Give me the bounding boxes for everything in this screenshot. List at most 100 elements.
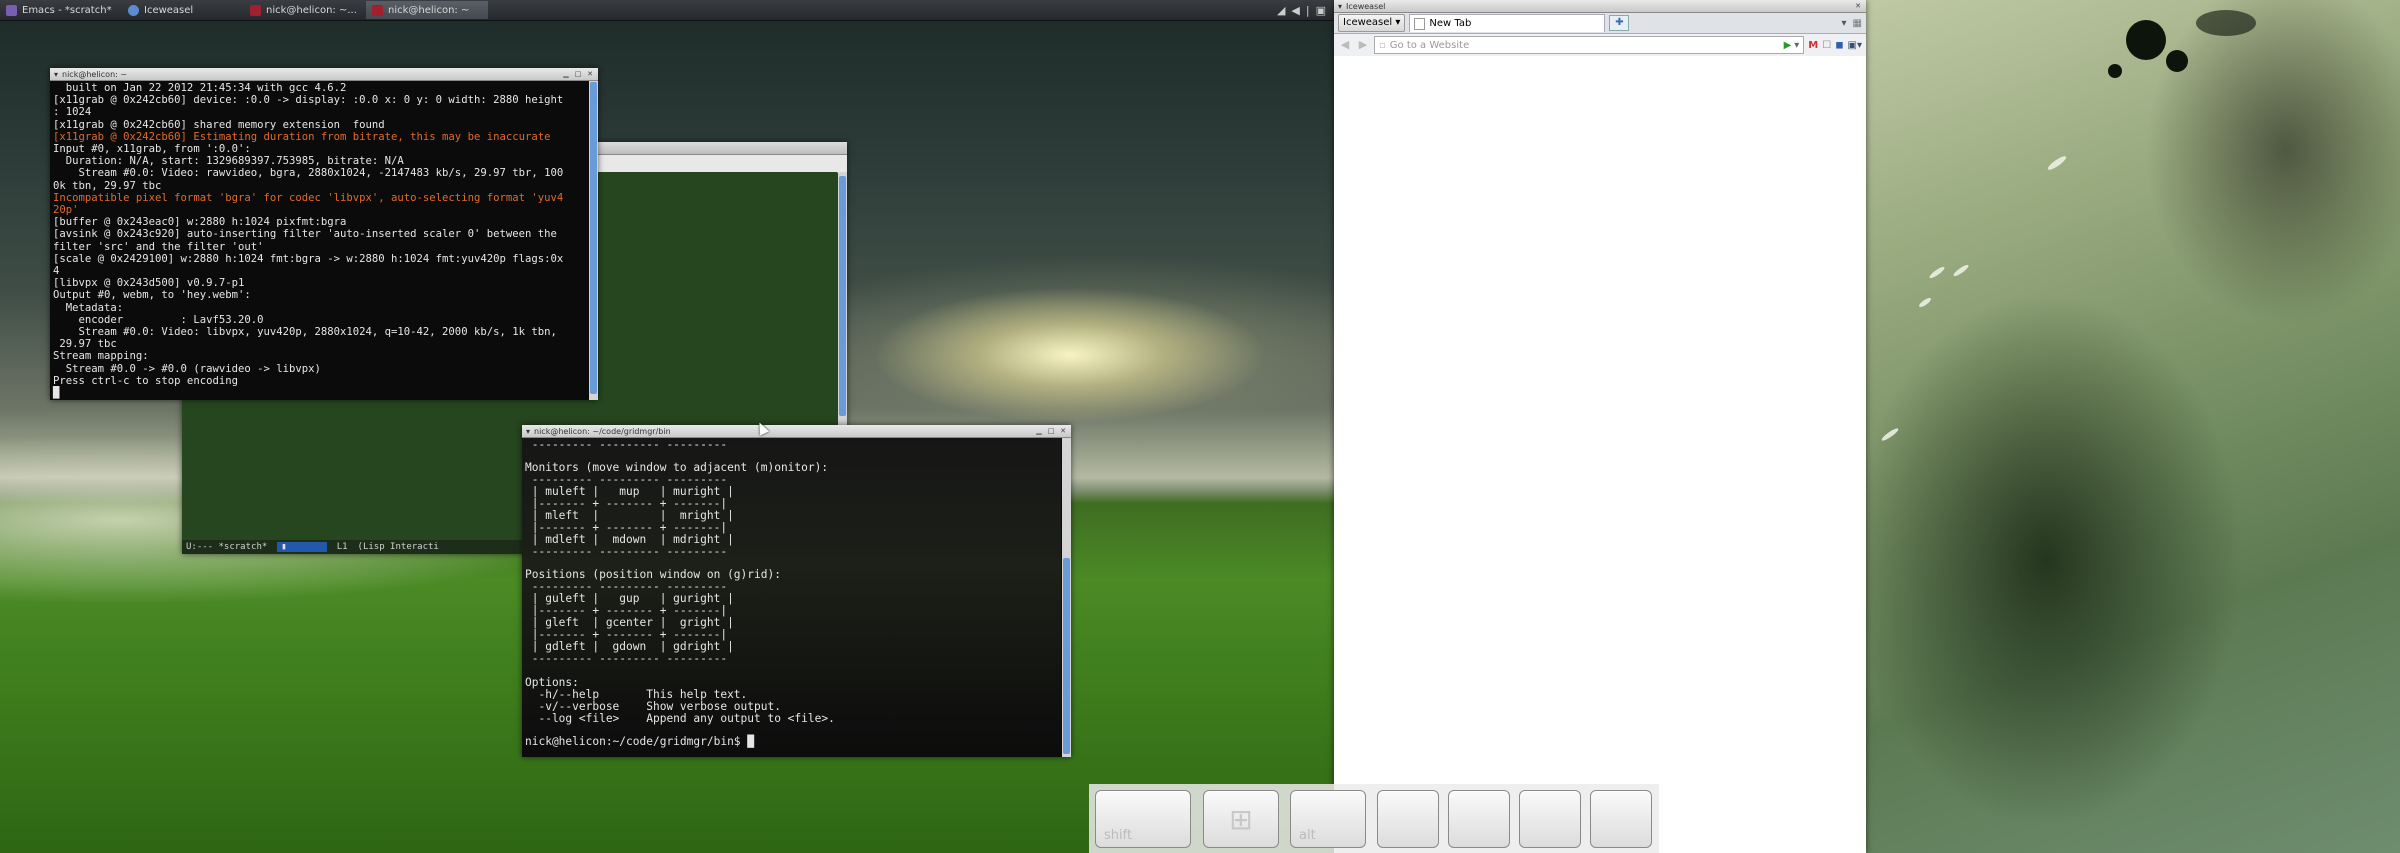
terminal-output[interactable]: built on Jan 22 2012 21:45:34 with gcc 4… xyxy=(50,81,588,400)
separator-icon: | xyxy=(1305,3,1310,17)
maximize-icon[interactable]: □ xyxy=(1047,427,1055,435)
bookmark-icon[interactable]: ☐ xyxy=(1822,40,1831,51)
window-title: nick@helicon: ~/code/gridmgr/bin xyxy=(534,426,671,436)
modeline-mode: (Lisp Interacti xyxy=(357,542,439,552)
close-icon[interactable]: ✕ xyxy=(586,70,594,78)
iceweasel-menu-button[interactable]: Iceweasel ▾ xyxy=(1338,14,1406,32)
save-icon[interactable]: ▣▾ xyxy=(1848,40,1862,51)
terminal-output[interactable]: --------- --------- --------- Monitors (m… xyxy=(522,438,1061,757)
terminal-line: Duration: N/A, start: 1329689397.753985,… xyxy=(53,155,404,168)
terminal-titlebar[interactable]: ▾ nick@helicon: ~/code/gridmgr/bin ▁ □ ✕ xyxy=(522,425,1071,438)
window-menu-icon[interactable]: ▾ xyxy=(1338,2,1342,11)
go-icon[interactable]: ▶ xyxy=(1784,40,1792,51)
minimize-icon[interactable]: ▁ xyxy=(1035,427,1043,435)
network-icon[interactable]: ◢ xyxy=(1277,4,1285,17)
url-bar[interactable]: ▫ Go to a Website ▶ ▾ xyxy=(1374,36,1805,54)
tab-groups-icon[interactable]: ▦ xyxy=(1853,18,1862,29)
url-placeholder: Go to a Website xyxy=(1389,39,1470,51)
terminal-line: [x11grab @ 0x242cb60] shared memory exte… xyxy=(53,118,385,131)
emacs-icon xyxy=(6,4,17,16)
taskbar-item-terminal-2[interactable]: nick@helicon: ~ xyxy=(366,1,488,19)
terminal-line: 0k tbn, 29.97 tbc xyxy=(53,179,162,192)
maximize-icon[interactable]: □ xyxy=(574,70,582,78)
terminal-line: 4 xyxy=(53,265,60,278)
back-icon[interactable]: ◀ xyxy=(1338,38,1352,52)
terminal-line: --------- --------- --------- xyxy=(525,652,728,666)
window-menu-icon[interactable]: ▾ xyxy=(526,427,530,436)
shift-key[interactable]: shift xyxy=(1095,790,1191,848)
terminal-line: Output #0, webm, to 'hey.webm': xyxy=(53,289,251,302)
minimize-icon[interactable]: ▁ xyxy=(562,70,570,78)
gmail-icon[interactable]: M xyxy=(1808,40,1818,51)
taskbar-item-label: Iceweasel xyxy=(144,4,194,16)
window-title: Iceweasel xyxy=(1346,1,1386,11)
taskbar-item-iceweasel[interactable]: Iceweasel xyxy=(122,1,244,19)
terminal-icon xyxy=(250,4,261,16)
scrollbar-thumb[interactable] xyxy=(1063,558,1070,754)
terminal-scrollbar[interactable] xyxy=(1062,438,1071,757)
iceweasel-icon xyxy=(128,4,139,16)
volume-icon[interactable]: ◀ xyxy=(1291,4,1299,17)
history-dropdown-icon[interactable]: ▾ xyxy=(1794,40,1799,51)
alt-key[interactable]: alt xyxy=(1290,790,1366,848)
browser-content[interactable] xyxy=(1334,56,1866,853)
terminal-line: Stream mapping: xyxy=(53,350,149,363)
blank-key[interactable] xyxy=(1590,790,1652,848)
site-identity-icon: ▫ xyxy=(1379,39,1386,51)
modeline-position: L1 xyxy=(336,542,348,552)
scrollbar-thumb[interactable] xyxy=(590,82,597,394)
gridmgr-terminal-window[interactable]: ▾ nick@helicon: ~/code/gridmgr/bin ▁ □ ✕… xyxy=(522,425,1071,757)
terminal-line: built on Jan 22 2012 21:45:34 with gcc 4… xyxy=(53,82,347,94)
taskbar-item-terminal-1[interactable]: nick@helicon: ~... xyxy=(244,1,366,19)
blank-key[interactable] xyxy=(1448,790,1510,848)
key-label: shift xyxy=(1104,828,1133,843)
tab-new-tab[interactable]: New Tab xyxy=(1409,14,1606,32)
tab-list-icon[interactable]: ▾ xyxy=(1842,18,1847,29)
blank-key[interactable] xyxy=(1519,790,1581,848)
terminal-line: nick@helicon:~/code/gridmgr/bin$ █ xyxy=(525,734,755,748)
browser-titlebar[interactable]: ▾ Iceweasel ✕ xyxy=(1334,0,1866,13)
navigation-bar: ◀ ▶ ▫ Go to a Website ▶ ▾ M ☐ ◼ ▣▾ xyxy=(1334,34,1866,57)
terminal-icon xyxy=(372,4,383,16)
new-tab-button[interactable]: ✚ xyxy=(1609,15,1630,31)
extension-icon[interactable]: ◼ xyxy=(1835,40,1843,51)
window-menu-icon[interactable]: ▾ xyxy=(54,70,58,79)
terminal-line: -h/--help This help text. xyxy=(525,687,748,701)
terminal-line: --log <file> Append any output to <file>… xyxy=(525,711,835,725)
terminal-titlebar[interactable]: ▾ nick@helicon: ~ ▁ □ ✕ xyxy=(50,68,598,81)
blank-key[interactable] xyxy=(1377,790,1439,848)
terminal-line: 20p' xyxy=(53,204,79,217)
terminal-line: Incompatible pixel format 'bgra' for cod… xyxy=(53,191,564,204)
system-tray: ◢ ◀ | ▣ xyxy=(1277,4,1334,17)
settings-icon[interactable]: ▣ xyxy=(1316,4,1326,17)
scrollbar-thumb[interactable] xyxy=(839,176,846,416)
terminal-line: █ xyxy=(53,387,60,400)
terminal-scrollbar[interactable] xyxy=(589,81,598,400)
terminal-line: [scale @ 0x2429100] w:2880 h:1024 fmt:bg… xyxy=(53,252,564,265)
terminal-line: Options: xyxy=(525,675,579,689)
terminal-line: [x11grab @ 0x242cb60] device: :0.0 -> di… xyxy=(53,94,564,107)
iceweasel-window[interactable]: ▾ Iceweasel ✕ Iceweasel ▾ New Tab ✚ ▾ ▦ … xyxy=(1334,0,1866,853)
terminal-line: Stream #0.0 -> #0.0 (rawvideo -> libvpx) xyxy=(53,362,321,375)
terminal-line: Input #0, x11grab, from ':0.0': xyxy=(53,143,251,156)
terminal-line: -v/--verbose Show verbose output. xyxy=(525,699,781,713)
terminal-line: Press ctrl-c to stop encoding xyxy=(53,374,238,387)
windows-logo-icon: ⊞ xyxy=(1229,802,1253,836)
terminal-line: [x11grab @ 0x242cb60] Estimating duratio… xyxy=(53,130,551,143)
taskbar-item-label: nick@helicon: ~... xyxy=(266,4,357,16)
secondary-monitor-wallpaper xyxy=(1866,0,2400,853)
tab-label: New Tab xyxy=(1429,18,1472,29)
terminal-line: : 1024 xyxy=(53,106,92,119)
taskbar: Emacs - *scratch* Iceweasel nick@helicon… xyxy=(0,0,1334,21)
taskbar-item-label: Emacs - *scratch* xyxy=(22,4,112,16)
super-key[interactable]: ⊞ xyxy=(1203,790,1279,848)
terminal-line: Metadata: xyxy=(53,301,124,314)
key-label: alt xyxy=(1299,828,1316,843)
ffmpeg-terminal-window[interactable]: ▾ nick@helicon: ~ ▁ □ ✕ built on Jan 22 … xyxy=(50,68,598,400)
taskbar-item-emacs[interactable]: Emacs - *scratch* xyxy=(0,1,122,19)
menu-button-label: Iceweasel xyxy=(1343,17,1393,28)
close-icon[interactable]: ✕ xyxy=(1854,2,1862,10)
terminal-line: 29.97 tbc xyxy=(53,338,117,351)
forward-icon[interactable]: ▶ xyxy=(1356,38,1370,52)
close-icon[interactable]: ✕ xyxy=(1059,427,1067,435)
